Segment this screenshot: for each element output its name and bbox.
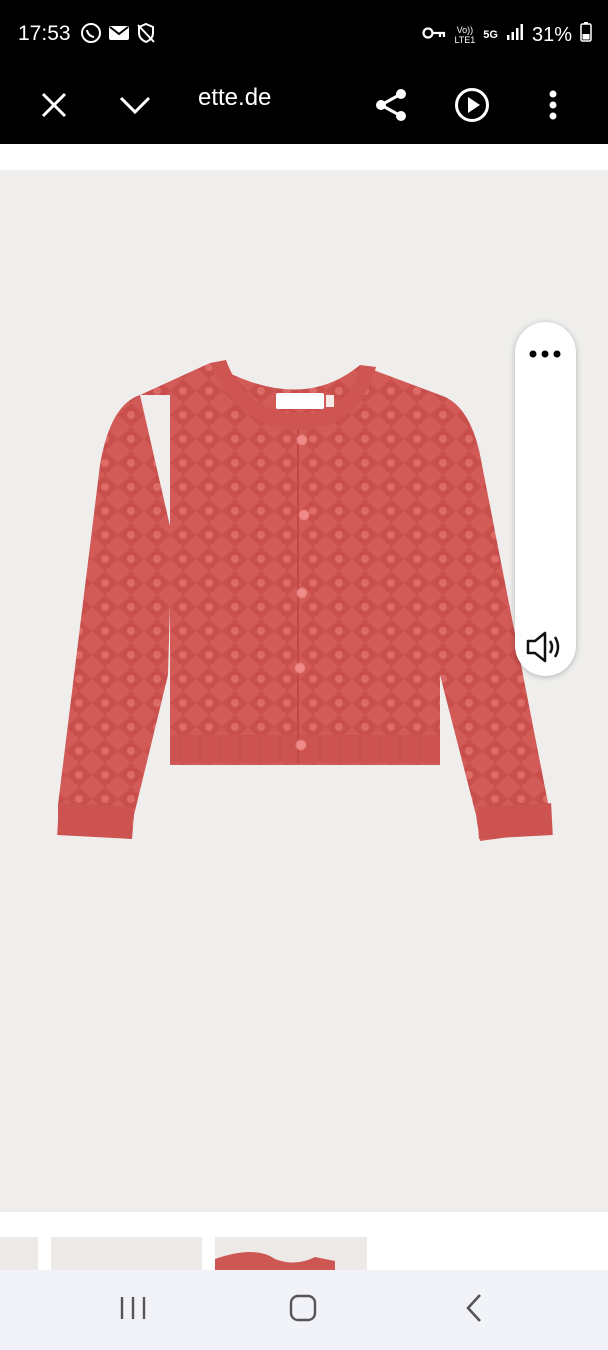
battery-icon xyxy=(580,22,592,48)
more-vert-icon xyxy=(549,90,557,125)
close-icon xyxy=(41,92,67,123)
more-options-button[interactable] xyxy=(530,84,576,130)
share-icon xyxy=(374,88,408,127)
gmail-icon xyxy=(108,22,130,49)
cardigan-button xyxy=(296,434,308,446)
play-button[interactable] xyxy=(449,84,495,130)
thumbnail-image[interactable] xyxy=(0,1237,38,1270)
cardigan-label xyxy=(276,393,324,409)
share-button[interactable] xyxy=(368,84,414,130)
cardigan-left-cuff xyxy=(57,803,133,839)
network-5g-label: 5G xyxy=(483,29,498,41)
status-time: 17:53 xyxy=(18,22,71,45)
home-button[interactable] xyxy=(281,1290,325,1330)
network-lte-label: LTE1 xyxy=(454,35,476,45)
back-button[interactable] xyxy=(452,1290,496,1330)
thumbnail-image[interactable] xyxy=(215,1237,367,1270)
minimize-button[interactable] xyxy=(112,84,158,130)
cardigan-right-cuff xyxy=(477,803,553,839)
cardigan-size-tag xyxy=(326,395,334,407)
cardigan-button xyxy=(294,662,306,674)
floating-side-panel[interactable] xyxy=(515,322,576,676)
more-horiz-icon[interactable] xyxy=(527,346,563,364)
cardigan-left-sleeve xyxy=(58,395,172,839)
back-icon xyxy=(464,1293,484,1328)
battery-percent: 31% xyxy=(531,23,572,46)
signal-icon xyxy=(506,23,524,47)
status-bar: 17:53 Vo)) LTE1 5G 31% xyxy=(0,0,608,70)
home-icon xyxy=(289,1294,317,1327)
shield-icon xyxy=(136,22,156,49)
network-indicator: Vo)) LTE1 xyxy=(454,25,475,45)
cardigan-button xyxy=(298,509,310,521)
browser-toolbar xyxy=(0,70,608,144)
recent-apps-button[interactable] xyxy=(111,1290,155,1330)
vpn-key-icon xyxy=(422,24,446,47)
thumbnail-image[interactable] xyxy=(51,1237,202,1270)
network-volte-label: Vo)) xyxy=(456,25,474,35)
page-header-strip xyxy=(0,144,608,171)
url-text[interactable]: ette.de xyxy=(198,84,271,112)
system-nav-bar xyxy=(0,1270,608,1350)
thumbnail-strip xyxy=(0,1212,608,1270)
volume-icon[interactable] xyxy=(525,630,565,669)
cardigan-button xyxy=(295,739,307,751)
recent-apps-icon xyxy=(119,1295,147,1326)
cardigan-button xyxy=(296,587,308,599)
whatsapp-icon xyxy=(80,22,102,49)
play-icon xyxy=(454,87,490,128)
close-button[interactable] xyxy=(31,84,77,130)
product-image[interactable] xyxy=(40,355,560,845)
chevron-down-icon xyxy=(119,95,151,120)
